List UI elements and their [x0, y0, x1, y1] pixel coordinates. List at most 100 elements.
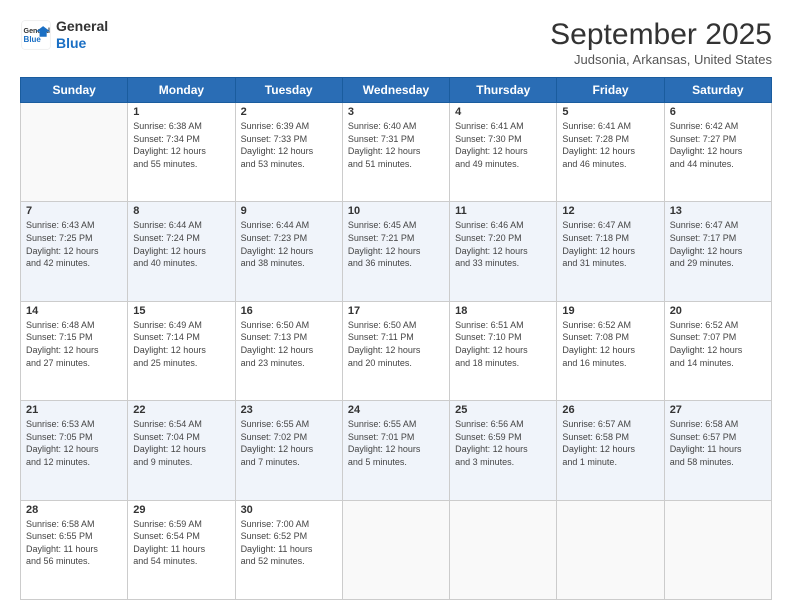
day-number: 30	[241, 504, 337, 516]
day-number: 13	[670, 205, 766, 217]
day-number: 10	[348, 205, 444, 217]
day-info: Sunrise: 6:55 AM Sunset: 7:02 PM Dayligh…	[241, 418, 337, 468]
col-saturday: Saturday	[664, 78, 771, 103]
day-number: 14	[26, 305, 122, 317]
calendar-day-cell: 19 Sunrise: 6:52 AM Sunset: 7:08 PM Dayli…	[557, 301, 664, 400]
day-number: 22	[133, 404, 229, 416]
calendar-day-cell: 29 Sunrise: 6:59 AM Sunset: 6:54 PM Dayli…	[128, 500, 235, 599]
month-title: September 2025	[550, 18, 772, 52]
day-info: Sunrise: 6:53 AM Sunset: 7:05 PM Dayligh…	[26, 418, 122, 468]
calendar-day-cell: 16 Sunrise: 6:50 AM Sunset: 7:13 PM Dayli…	[235, 301, 342, 400]
calendar-week-row: 7 Sunrise: 6:43 AM Sunset: 7:25 PM Daylig…	[21, 202, 772, 301]
calendar-day-cell: 9Sunrise: 6:44 AM Sunset: 7:23 PM Daylig…	[235, 202, 342, 301]
day-info: Sunrise: 6:58 AM Sunset: 6:55 PM Dayligh…	[26, 518, 122, 568]
title-block: September 2025 Judsonia, Arkansas, Unite…	[550, 18, 772, 67]
calendar-week-row: 28Sunrise: 6:58 AM Sunset: 6:55 PM Dayli…	[21, 500, 772, 599]
day-info: Sunrise: 6:39 AM Sunset: 7:33 PM Dayligh…	[241, 120, 337, 170]
calendar-week-row: 21 Sunrise: 6:53 AM Sunset: 7:05 PM Dayli…	[21, 401, 772, 500]
day-number: 4	[455, 106, 551, 118]
day-number: 7	[26, 205, 122, 217]
calendar-day-cell	[342, 500, 449, 599]
day-number: 27	[670, 404, 766, 416]
col-friday: Friday	[557, 78, 664, 103]
day-number: 26	[562, 404, 658, 416]
day-number: 15	[133, 305, 229, 317]
header: General Blue General Blue September 2025…	[20, 18, 772, 67]
calendar-day-cell: 22Sunrise: 6:54 AM Sunset: 7:04 PM Dayli…	[128, 401, 235, 500]
day-info: Sunrise: 6:38 AM Sunset: 7:34 PM Dayligh…	[133, 120, 229, 170]
day-number: 18	[455, 305, 551, 317]
day-info: Sunrise: 6:41 AM Sunset: 7:30 PM Dayligh…	[455, 120, 551, 170]
day-number: 2	[241, 106, 337, 118]
calendar-day-cell: 12 Sunrise: 6:47 AM Sunset: 7:18 PM Dayli…	[557, 202, 664, 301]
calendar-day-cell: 27 Sunrise: 6:58 AM Sunset: 6:57 PM Dayli…	[664, 401, 771, 500]
svg-text:Blue: Blue	[24, 35, 42, 44]
col-tuesday: Tuesday	[235, 78, 342, 103]
day-info: Sunrise: 6:59 AM Sunset: 6:54 PM Dayligh…	[133, 518, 229, 568]
day-number: 8	[133, 205, 229, 217]
day-number: 23	[241, 404, 337, 416]
logo-text-general: General	[56, 18, 108, 35]
day-info: Sunrise: 6:58 AM Sunset: 6:57 PM Dayligh…	[670, 418, 766, 468]
calendar-day-cell	[557, 500, 664, 599]
calendar-day-cell: 21 Sunrise: 6:53 AM Sunset: 7:05 PM Dayli…	[21, 401, 128, 500]
day-number: 20	[670, 305, 766, 317]
day-number: 6	[670, 106, 766, 118]
page: General Blue General Blue September 2025…	[0, 0, 792, 612]
day-info: Sunrise: 7:00 AM Sunset: 6:52 PM Dayligh…	[241, 518, 337, 568]
calendar-day-cell: 13 Sunrise: 6:47 AM Sunset: 7:17 PM Dayli…	[664, 202, 771, 301]
day-info: Sunrise: 6:46 AM Sunset: 7:20 PM Dayligh…	[455, 219, 551, 269]
day-info: Sunrise: 6:40 AM Sunset: 7:31 PM Dayligh…	[348, 120, 444, 170]
day-info: Sunrise: 6:50 AM Sunset: 7:13 PM Dayligh…	[241, 319, 337, 369]
day-number: 16	[241, 305, 337, 317]
day-info: Sunrise: 6:41 AM Sunset: 7:28 PM Dayligh…	[562, 120, 658, 170]
calendar-day-cell: 1Sunrise: 6:38 AM Sunset: 7:34 PM Daylig…	[128, 103, 235, 202]
day-info: Sunrise: 6:55 AM Sunset: 7:01 PM Dayligh…	[348, 418, 444, 468]
calendar-day-cell: 23 Sunrise: 6:55 AM Sunset: 7:02 PM Dayli…	[235, 401, 342, 500]
col-thursday: Thursday	[450, 78, 557, 103]
calendar-day-cell: 28Sunrise: 6:58 AM Sunset: 6:55 PM Dayli…	[21, 500, 128, 599]
calendar-day-cell: 5 Sunrise: 6:41 AM Sunset: 7:28 PM Daylig…	[557, 103, 664, 202]
day-info: Sunrise: 6:42 AM Sunset: 7:27 PM Dayligh…	[670, 120, 766, 170]
day-info: Sunrise: 6:47 AM Sunset: 7:18 PM Dayligh…	[562, 219, 658, 269]
day-number: 11	[455, 205, 551, 217]
day-info: Sunrise: 6:49 AM Sunset: 7:14 PM Dayligh…	[133, 319, 229, 369]
calendar-week-row: 14 Sunrise: 6:48 AM Sunset: 7:15 PM Dayli…	[21, 301, 772, 400]
day-info: Sunrise: 6:47 AM Sunset: 7:17 PM Dayligh…	[670, 219, 766, 269]
day-number: 3	[348, 106, 444, 118]
calendar-day-cell: 24 Sunrise: 6:55 AM Sunset: 7:01 PM Dayli…	[342, 401, 449, 500]
day-number: 29	[133, 504, 229, 516]
day-info: Sunrise: 6:57 AM Sunset: 6:58 PM Dayligh…	[562, 418, 658, 468]
calendar-week-row: 1Sunrise: 6:38 AM Sunset: 7:34 PM Daylig…	[21, 103, 772, 202]
day-info: Sunrise: 6:51 AM Sunset: 7:10 PM Dayligh…	[455, 319, 551, 369]
calendar-day-cell: 6 Sunrise: 6:42 AM Sunset: 7:27 PM Daylig…	[664, 103, 771, 202]
logo-text-blue: Blue	[56, 35, 108, 52]
day-number: 19	[562, 305, 658, 317]
location: Judsonia, Arkansas, United States	[550, 52, 772, 67]
calendar-table: Sunday Monday Tuesday Wednesday Thursday…	[20, 77, 772, 600]
calendar-day-cell: 15 Sunrise: 6:49 AM Sunset: 7:14 PM Dayli…	[128, 301, 235, 400]
day-info: Sunrise: 6:48 AM Sunset: 7:15 PM Dayligh…	[26, 319, 122, 369]
day-number: 21	[26, 404, 122, 416]
calendar-day-cell: 7 Sunrise: 6:43 AM Sunset: 7:25 PM Daylig…	[21, 202, 128, 301]
day-info: Sunrise: 6:52 AM Sunset: 7:07 PM Dayligh…	[670, 319, 766, 369]
day-number: 12	[562, 205, 658, 217]
col-monday: Monday	[128, 78, 235, 103]
calendar-day-cell	[450, 500, 557, 599]
calendar-day-cell: 4 Sunrise: 6:41 AM Sunset: 7:30 PM Daylig…	[450, 103, 557, 202]
day-number: 5	[562, 106, 658, 118]
calendar-day-cell: 17Sunrise: 6:50 AM Sunset: 7:11 PM Dayli…	[342, 301, 449, 400]
day-info: Sunrise: 6:44 AM Sunset: 7:24 PM Dayligh…	[133, 219, 229, 269]
day-number: 24	[348, 404, 444, 416]
logo-icon: General Blue	[20, 19, 52, 51]
calendar-day-cell: 20 Sunrise: 6:52 AM Sunset: 7:07 PM Dayli…	[664, 301, 771, 400]
calendar-day-cell: 11 Sunrise: 6:46 AM Sunset: 7:20 PM Dayli…	[450, 202, 557, 301]
day-info: Sunrise: 6:43 AM Sunset: 7:25 PM Dayligh…	[26, 219, 122, 269]
calendar-day-cell: 3 Sunrise: 6:40 AM Sunset: 7:31 PM Daylig…	[342, 103, 449, 202]
col-sunday: Sunday	[21, 78, 128, 103]
day-info: Sunrise: 6:44 AM Sunset: 7:23 PM Dayligh…	[241, 219, 337, 269]
day-info: Sunrise: 6:45 AM Sunset: 7:21 PM Dayligh…	[348, 219, 444, 269]
col-wednesday: Wednesday	[342, 78, 449, 103]
day-info: Sunrise: 6:52 AM Sunset: 7:08 PM Dayligh…	[562, 319, 658, 369]
calendar-day-cell: 26 Sunrise: 6:57 AM Sunset: 6:58 PM Dayli…	[557, 401, 664, 500]
